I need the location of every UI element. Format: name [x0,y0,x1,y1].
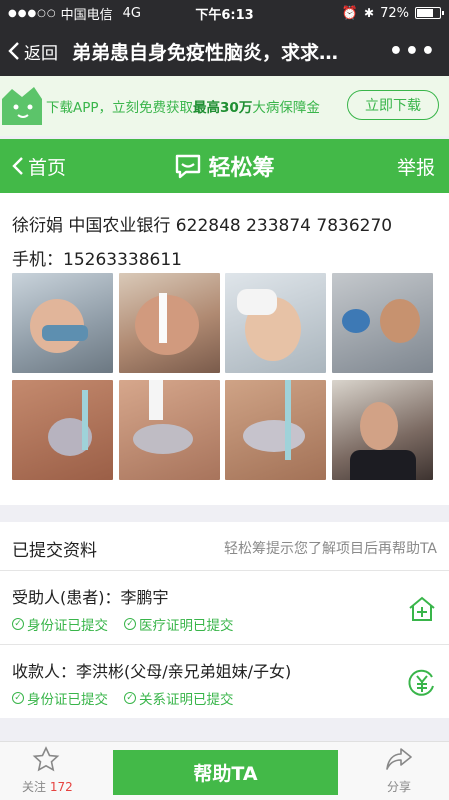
medical-house-icon [409,596,435,621]
patient-photo[interactable] [225,273,326,373]
yuan-coin-icon [408,669,434,696]
back-label: 返回 [24,43,58,64]
section-title: 已提交资料 [12,541,97,561]
report-link[interactable]: 举报 [397,153,435,180]
more-menu-button[interactable]: ••• [389,39,437,64]
patient-name: 受助人(患者)：李鹏宇 [12,588,169,607]
patient-badges: ✓ 身份证已提交 ✓ 医疗证明已提交 [12,614,234,634]
patient-photo[interactable] [119,380,220,480]
patient-photo[interactable] [332,273,433,373]
follow-label: 关注 [22,780,47,794]
banner-text: 下载APP，立刻免费获取最高30万大病保障金 [46,100,320,116]
brand-name: 轻松筹 [208,156,275,181]
submitted-info-section: 已提交资料 轻松筹提示您了解项目后再帮助TA 受助人(患者)：李鹏宇 ✓ 身份证已… [0,522,449,718]
phone-info: 手机：15263338611 [12,250,182,270]
id-submitted-badge: ✓ 身份证已提交 [12,688,108,708]
check-circle-icon: ✓ [12,692,24,704]
bank-info: 徐衍娟 中国农业银行 622848 233874 7836270 [12,216,393,236]
divider [0,644,449,645]
app-header: 首页 轻松筹 举报 [0,139,449,193]
share-button[interactable]: 分享 [379,746,419,795]
page-title: 弟弟患自身免疫性脑炎，求求… [72,41,339,64]
patient-photo[interactable] [119,273,220,373]
patient-photo[interactable] [12,273,113,373]
clock: 下午6:13 [195,7,254,23]
project-content: 徐衍娟 中国农业银行 622848 233874 7836270 手机：1526… [0,193,449,505]
help-ta-button[interactable]: 帮助TA [113,750,338,795]
id-submitted-badge: ✓ 身份证已提交 [12,614,108,634]
check-circle-icon: ✓ [124,618,136,630]
download-banner[interactable]: 下载APP，立刻免费获取最高30万大病保障金 立即下载 [0,76,449,136]
follow-button[interactable]: 关注 172 [22,746,92,795]
chat-smile-icon [176,154,201,179]
chevron-left-icon [12,157,23,175]
share-arrow-icon [386,748,412,770]
section-tip: 轻松筹提示您了解项目后再帮助TA [223,541,437,557]
check-circle-icon: ✓ [124,692,136,704]
download-now-button[interactable]: 立即下载 [347,90,439,120]
patient-photo[interactable] [12,380,113,480]
nav-bar: 返回 弟弟患自身免疫性脑炎，求求… ••• [0,26,449,76]
payee-name: 收款人：李洪彬(父母/亲兄弟姐妹/子女) [12,662,292,681]
payee-badges: ✓ 身份证已提交 ✓ 关系证明已提交 [12,688,234,708]
patient-photo[interactable] [332,380,433,480]
cat-logo-icon [2,87,42,125]
star-icon [32,746,60,772]
check-circle-icon: ✓ [12,618,24,630]
share-label: 分享 [386,780,411,794]
brand-logo: 轻松筹 [0,150,449,182]
home-label: 首页 [28,156,67,179]
battery-icon [415,7,444,19]
home-link[interactable]: 首页 [0,153,66,180]
medical-proof-badge: ✓ 医疗证明已提交 [124,614,234,634]
back-button[interactable]: 返回 [0,39,58,64]
divider [0,570,449,571]
relation-proof-badge: ✓ 关系证明已提交 [124,688,234,708]
bottom-action-bar: 关注 172 帮助TA 分享 [0,741,449,800]
patient-photo[interactable] [225,380,326,480]
chevron-left-icon [8,42,19,60]
follow-count: 172 [49,780,73,794]
status-bar: ●●●○○ 中国电信 4G 下午6:13 ⏰ ✱ 72% [0,0,449,26]
